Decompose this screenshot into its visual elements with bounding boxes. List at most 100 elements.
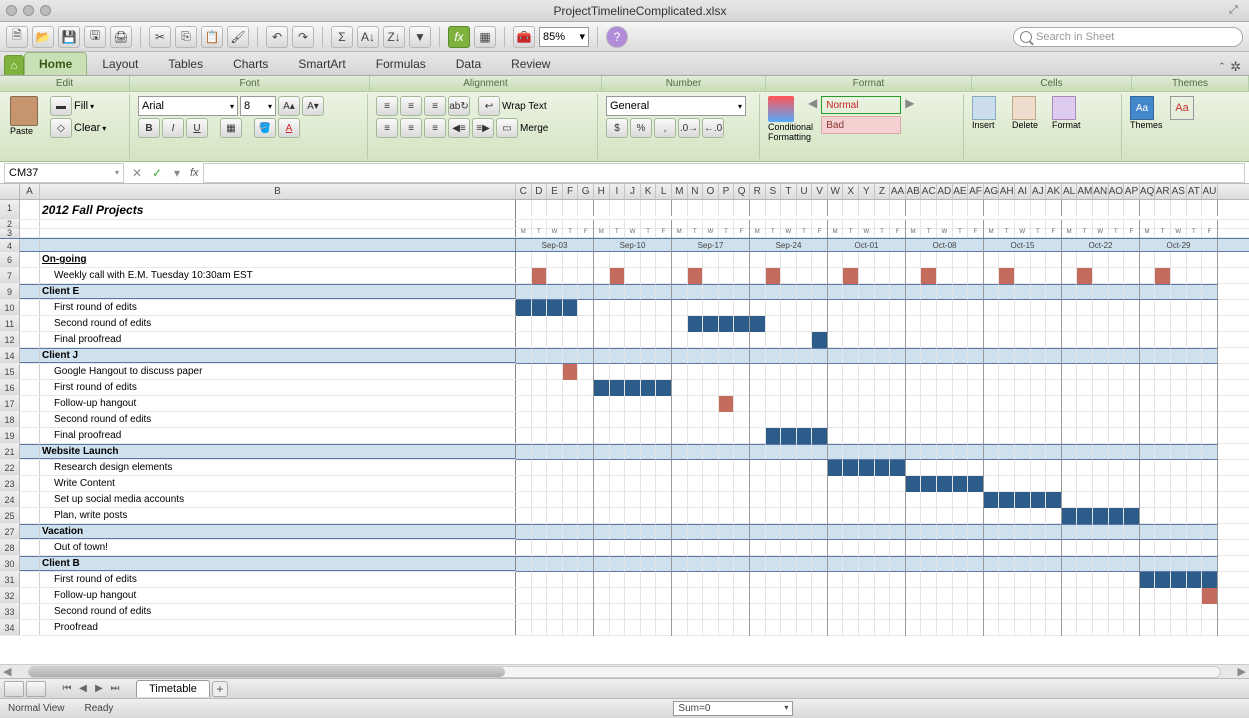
gantt-cell[interactable]: [906, 588, 922, 604]
gantt-cell[interactable]: [594, 444, 610, 460]
gantt-cell[interactable]: [1187, 540, 1203, 556]
gantt-cell[interactable]: [953, 412, 969, 428]
gantt-cell[interactable]: [1155, 524, 1171, 540]
gantt-cell[interactable]: [578, 588, 594, 604]
gantt-cell[interactable]: [1015, 508, 1031, 524]
insert-cells-button[interactable]: Insert: [972, 96, 1008, 140]
gantt-cell[interactable]: [1031, 412, 1047, 428]
gantt-cell[interactable]: [1031, 540, 1047, 556]
gantt-cell[interactable]: [1109, 284, 1125, 300]
gantt-cell[interactable]: [1124, 332, 1140, 348]
gantt-cell[interactable]: [578, 556, 594, 572]
gantt-cell[interactable]: [1202, 396, 1218, 412]
gantt-cell[interactable]: [1155, 300, 1171, 316]
gantt-cell[interactable]: [516, 284, 532, 300]
gantt-cell[interactable]: [625, 524, 641, 540]
gantt-cell[interactable]: [875, 300, 891, 316]
gantt-cell[interactable]: [547, 556, 563, 572]
gantt-cell[interactable]: [766, 316, 782, 332]
gantt-cell[interactable]: [563, 524, 579, 540]
gantt-cell[interactable]: [1046, 588, 1062, 604]
gantt-cell[interactable]: [1031, 300, 1047, 316]
gantt-cell[interactable]: [797, 316, 813, 332]
gantt-cell[interactable]: [688, 316, 704, 332]
col-header[interactable]: AN: [1093, 184, 1109, 199]
gantt-cell[interactable]: [610, 476, 626, 492]
gantt-cell[interactable]: [1031, 364, 1047, 380]
gantt-cell[interactable]: [843, 332, 859, 348]
gantt-cell[interactable]: [797, 572, 813, 588]
gantt-cell[interactable]: [890, 300, 906, 316]
gantt-cell[interactable]: [641, 364, 657, 380]
gantt-cell[interactable]: [625, 604, 641, 620]
gantt-cell[interactable]: [1124, 348, 1140, 364]
align-bottom-icon[interactable]: ≡: [424, 96, 446, 116]
gantt-cell[interactable]: [1046, 524, 1062, 540]
gantt-cell[interactable]: [921, 524, 937, 540]
gantt-cell[interactable]: [906, 508, 922, 524]
gantt-cell[interactable]: [563, 284, 579, 300]
gantt-cell[interactable]: [953, 284, 969, 300]
gantt-cell[interactable]: [999, 588, 1015, 604]
gantt-cell[interactable]: [1140, 460, 1156, 476]
gantt-cell[interactable]: [1015, 444, 1031, 460]
gantt-cell[interactable]: [547, 540, 563, 556]
gantt-cell[interactable]: [625, 316, 641, 332]
gantt-cell[interactable]: [578, 524, 594, 540]
gantt-cell[interactable]: [547, 300, 563, 316]
gantt-cell[interactable]: [1015, 396, 1031, 412]
gantt-cell[interactable]: [672, 604, 688, 620]
gantt-cell[interactable]: [578, 428, 594, 444]
fx-icon[interactable]: fx: [448, 26, 470, 48]
gantt-cell[interactable]: [672, 572, 688, 588]
gantt-cell[interactable]: [828, 620, 844, 636]
gantt-cell[interactable]: [547, 284, 563, 300]
gantt-cell[interactable]: [984, 524, 1000, 540]
delete-cells-button[interactable]: Delete: [1012, 96, 1048, 140]
gantt-cell[interactable]: [750, 364, 766, 380]
gantt-cell[interactable]: [984, 572, 1000, 588]
gantt-cell[interactable]: [999, 604, 1015, 620]
gantt-cell[interactable]: [1109, 396, 1125, 412]
gantt-cell[interactable]: [750, 428, 766, 444]
gantt-cell[interactable]: [859, 460, 875, 476]
gantt-cell[interactable]: [1077, 348, 1093, 364]
gantt-cell[interactable]: [953, 300, 969, 316]
gantt-cell[interactable]: [1171, 540, 1187, 556]
gantt-cell[interactable]: [1077, 620, 1093, 636]
gantt-cell[interactable]: [921, 620, 937, 636]
gantt-cell[interactable]: [1109, 492, 1125, 508]
gantt-cell[interactable]: [999, 364, 1015, 380]
gantt-cell[interactable]: [578, 492, 594, 508]
gantt-cell[interactable]: [843, 252, 859, 268]
gantt-cell[interactable]: [734, 604, 750, 620]
gantt-cell[interactable]: [921, 540, 937, 556]
gantt-cell[interactable]: [1062, 508, 1078, 524]
col-header[interactable]: AH: [999, 184, 1015, 199]
gantt-cell[interactable]: [1124, 252, 1140, 268]
gantt-cell[interactable]: [532, 444, 548, 460]
gantt-cell[interactable]: [734, 476, 750, 492]
gantt-cell[interactable]: [906, 300, 922, 316]
gantt-cell[interactable]: [641, 460, 657, 476]
gantt-cell[interactable]: [766, 364, 782, 380]
gantt-cell[interactable]: [797, 444, 813, 460]
gantt-cell[interactable]: [1187, 396, 1203, 412]
gantt-cell[interactable]: [594, 476, 610, 492]
gantt-cell[interactable]: [797, 588, 813, 604]
gantt-cell[interactable]: [532, 332, 548, 348]
gantt-cell[interactable]: [625, 540, 641, 556]
gantt-cell[interactable]: [843, 588, 859, 604]
gantt-cell[interactable]: [1093, 476, 1109, 492]
gantt-cell[interactable]: [890, 604, 906, 620]
gantt-cell[interactable]: [656, 284, 672, 300]
borders-icon[interactable]: ▦: [220, 118, 242, 138]
gantt-cell[interactable]: [781, 588, 797, 604]
gantt-cell[interactable]: [828, 460, 844, 476]
gantt-cell[interactable]: [890, 412, 906, 428]
gantt-cell[interactable]: [1187, 556, 1203, 572]
gantt-cell[interactable]: [999, 300, 1015, 316]
gantt-cell[interactable]: [1187, 332, 1203, 348]
gantt-cell[interactable]: [781, 444, 797, 460]
gantt-cell[interactable]: [812, 268, 828, 284]
